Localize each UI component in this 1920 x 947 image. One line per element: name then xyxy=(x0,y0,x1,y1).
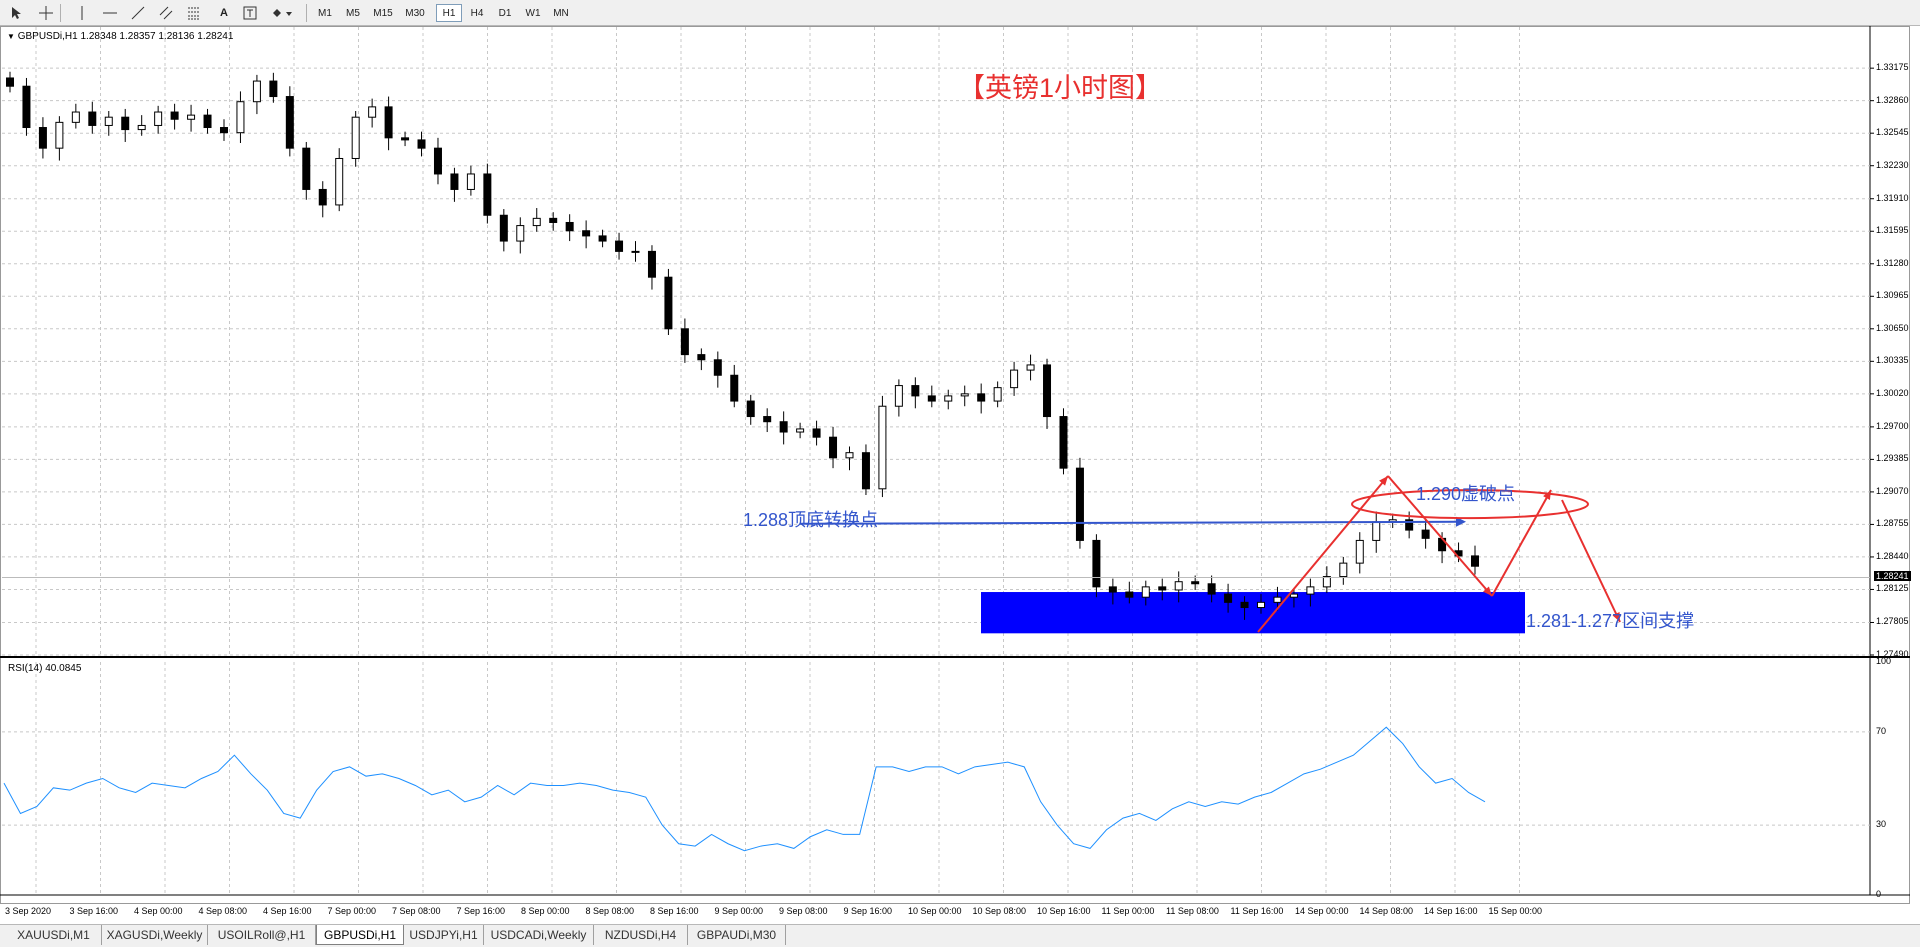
timeframe-m15[interactable]: M15 xyxy=(368,4,398,22)
time-tick-label: 4 Sep 08:00 xyxy=(198,906,248,916)
chart-tabs: XAUUSDi,M1 XAGUSDi,Weekly USOILRoll@,H1 GBP… xyxy=(0,924,1920,947)
tab-gbpaudi-m30[interactable]: GBPAUDi,M30 xyxy=(688,925,786,945)
tab-usoilroll-h1[interactable]: USOILRoll@,H1 xyxy=(208,925,316,945)
price-tick-label: 1.32545 xyxy=(1876,127,1909,138)
time-tick-label: 11 Sep 08:00 xyxy=(1166,906,1219,916)
timeframe-w1[interactable]: W1 xyxy=(520,4,546,22)
price-tick-label: 1.31595 xyxy=(1876,225,1909,236)
time-tick-label: 9 Sep 08:00 xyxy=(779,906,828,916)
tab-xauusdi-m1[interactable]: XAUUSDi,M1 xyxy=(6,925,102,945)
arrows-icon[interactable] xyxy=(270,3,296,23)
toolbar-divider xyxy=(60,4,61,22)
toolbar-divider xyxy=(306,4,307,22)
text-icon[interactable]: A xyxy=(214,3,234,23)
price-tick-label: 1.31910 xyxy=(1876,192,1909,203)
timeframe-m30[interactable]: M30 xyxy=(400,4,430,22)
price-tick-label: 1.28440 xyxy=(1876,550,1909,561)
time-tick-label: 11 Sep 16:00 xyxy=(1230,906,1284,916)
time-tick-label: 14 Sep 16:00 xyxy=(1424,906,1478,916)
time-tick-label: 8 Sep 16:00 xyxy=(650,906,699,916)
time-tick-label: 8 Sep 00:00 xyxy=(521,906,570,916)
timeframe-mn[interactable]: MN xyxy=(548,4,574,22)
chart-header: ▼ GBPUSDi,H1 1.28348 1.28357 1.28136 1.2… xyxy=(7,31,234,42)
timeframe-h4[interactable]: H4 xyxy=(464,4,490,22)
time-tick-label: 7 Sep 08:00 xyxy=(392,906,441,916)
time-tick-label: 15 Sep 00:00 xyxy=(1488,906,1543,916)
time-tick-label: 11 Sep 00:00 xyxy=(1101,906,1155,916)
price-tick-label: 1.28125 xyxy=(1876,583,1909,594)
toolbar: A M1 M5 M15 M30 H1 H4 D1 W1 MN xyxy=(0,0,1920,26)
rsi-tick-label: 0 xyxy=(1876,889,1882,899)
chart-window[interactable]: ▼ GBPUSDi,H1 1.28348 1.28357 1.28136 1.2… xyxy=(0,26,1910,904)
rsi-label: RSI(14) 40.0845 xyxy=(8,663,82,674)
time-tick-label: 4 Sep 16:00 xyxy=(263,906,312,916)
current-price-tag: 1.28241 xyxy=(1874,571,1911,582)
time-tick-label: 3 Sep 2020 xyxy=(5,906,52,916)
time-tick-label: 10 Sep 00:00 xyxy=(908,906,962,916)
rsi-tick-label: 30 xyxy=(1876,819,1887,830)
price-tick-label: 1.30335 xyxy=(1876,355,1909,366)
time-tick-label: 7 Sep 00:00 xyxy=(327,906,377,916)
annotation-support-zone: 1.281-1.277区间支撑 xyxy=(1526,611,1695,631)
price-tick-label: 1.32860 xyxy=(1876,94,1909,105)
price-tick-label: 1.27805 xyxy=(1876,616,1909,627)
time-tick-label: 10 Sep 16:00 xyxy=(1037,906,1091,916)
timeframe-d1[interactable]: D1 xyxy=(492,4,518,22)
tab-xagusdi-weekly[interactable]: XAGUSDi,Weekly xyxy=(102,925,208,945)
time-tick-label: 4 Sep 00:00 xyxy=(134,906,183,916)
timeframe-m1[interactable]: M1 xyxy=(312,4,338,22)
text-label-icon[interactable] xyxy=(240,3,260,23)
price-tick-label: 1.33175 xyxy=(1876,62,1909,73)
price-tick-label: 1.30650 xyxy=(1876,322,1909,333)
time-tick-label: 9 Sep 00:00 xyxy=(714,906,764,916)
price-tick-label: 1.32230 xyxy=(1876,159,1909,170)
price-tick-label: 1.28755 xyxy=(1876,518,1909,529)
time-tick-label: 10 Sep 08:00 xyxy=(972,906,1027,916)
timeframe-h1[interactable]: H1 xyxy=(436,4,462,22)
price-tick-label: 1.30965 xyxy=(1876,290,1909,301)
trendline-icon[interactable] xyxy=(128,3,148,23)
horizontal-line-icon[interactable] xyxy=(100,3,120,23)
chart-title-annotation: 【英镑1小时图】 xyxy=(958,73,1163,103)
price-tick-label: 1.29700 xyxy=(1876,420,1909,431)
time-tick-label: 8 Sep 08:00 xyxy=(585,906,635,916)
annotation-false-break: 1.290虚破点 xyxy=(1416,484,1516,504)
time-tick-label: 14 Sep 00:00 xyxy=(1295,906,1349,916)
vertical-line-icon[interactable] xyxy=(72,3,92,23)
time-tick-label: 7 Sep 16:00 xyxy=(456,906,506,916)
tab-nzdusdi-h4[interactable]: NZDUSDi,H4 xyxy=(594,925,688,945)
tab-gbpusdi-h1[interactable]: GBPUSDi,H1 xyxy=(316,925,404,945)
time-tick-label: 9 Sep 16:00 xyxy=(843,906,893,916)
annotation-top-bottom-switch: 1.288顶底转换点 xyxy=(743,510,879,530)
price-tick-label: 1.30020 xyxy=(1876,387,1909,398)
fibonacci-icon[interactable] xyxy=(184,3,204,23)
price-tick-label: 1.31280 xyxy=(1876,257,1909,268)
tab-usdjpyi-h1[interactable]: USDJPYi,H1 xyxy=(404,925,484,945)
timeframe-m5[interactable]: M5 xyxy=(340,4,366,22)
price-tick-label: 1.29070 xyxy=(1876,485,1909,496)
rsi-tick-label: 70 xyxy=(1876,725,1887,736)
crosshair-icon[interactable] xyxy=(36,3,56,23)
channel-icon[interactable] xyxy=(156,3,176,23)
rsi-tick-label: 100 xyxy=(1876,656,1892,666)
time-tick-label: 3 Sep 16:00 xyxy=(69,906,119,916)
time-tick-label: 14 Sep 08:00 xyxy=(1359,906,1414,916)
price-tick-label: 1.29385 xyxy=(1876,453,1909,464)
collapse-triangle-icon[interactable]: ▼ xyxy=(7,32,15,41)
tab-usdcadi-weekly[interactable]: USDCADi,Weekly xyxy=(484,925,594,945)
cursor-icon[interactable] xyxy=(6,3,26,23)
